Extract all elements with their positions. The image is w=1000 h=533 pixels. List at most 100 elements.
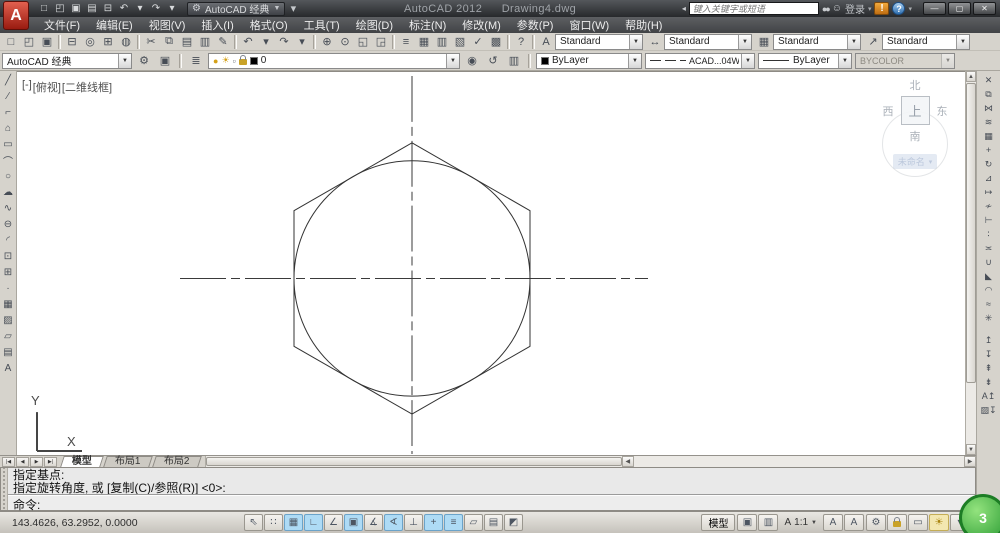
object-snap-tracking-toggle[interactable]: ∢ [384,514,403,531]
fillet-icon[interactable]: ◠ [981,283,997,297]
erase-icon[interactable]: ✕ [981,73,997,87]
qat-redo-dropdown-icon[interactable]: ▾ [164,1,180,17]
layer-vp-freeze-icon[interactable]: ▫ [233,56,236,66]
drawing-canvas-svg[interactable]: YX [17,72,965,455]
tab-layout1[interactable]: 布局1 [103,456,152,467]
ortho-mode-toggle[interactable]: ∟ [304,514,323,531]
extend-icon[interactable]: ⊢ [981,213,997,227]
rectangle-icon[interactable]: ▭ [0,136,16,152]
selection-cycling-toggle[interactable]: ◩ [504,514,523,531]
ellipse-icon[interactable]: ⊖ [0,216,16,232]
viewport-minimize-control[interactable]: [-] [22,79,32,95]
close-button[interactable]: ✕ [973,2,996,15]
chevron-down-icon[interactable] [741,54,754,68]
spline-icon[interactable]: ∿ [0,200,16,216]
chamfer-icon[interactable]: ◣ [981,269,997,283]
send-under-icon[interactable]: ⇟ [981,375,997,389]
help-icon[interactable]: ? [512,34,530,50]
drawing-canvas[interactable]: YX [-] [俯视] [二维线框] 北 西 上 东 南 未命名 ▾ [17,71,965,455]
3d-object-snap-toggle[interactable]: ∡ [364,514,383,531]
bring-above-icon[interactable]: ⇞ [981,361,997,375]
qat-undo-icon[interactable]: ↶ [116,1,132,17]
transparency-toggle[interactable]: ▱ [464,514,483,531]
redo-icon[interactable]: ↷ [275,34,293,50]
linetype-select[interactable]: ACAD...04W10( [645,53,755,69]
qat-saveas-icon[interactable]: ▤ [84,1,100,17]
zoom-previous-icon[interactable]: ◲ [372,34,390,50]
chevron-down-icon[interactable] [446,54,459,68]
copy-clip-icon[interactable]: ⧉ [160,34,178,50]
menu-dimension[interactable]: 标注(N) [401,17,454,33]
dynamic-ucs-toggle[interactable]: ⊥ [404,514,423,531]
circle-icon[interactable]: ○ [0,168,16,184]
join-icon[interactable]: ∪ [981,255,997,269]
chevron-down-icon[interactable] [838,54,851,68]
text-style-icon[interactable]: A [537,34,555,50]
search-icon[interactable]: ●● [822,4,829,14]
tab-nav-first-icon[interactable]: |◀ [2,457,15,467]
quick-properties-toggle[interactable]: ▤ [484,514,503,531]
menu-modify[interactable]: 修改(M) [454,17,509,33]
mtext-icon[interactable]: A [0,360,16,376]
designcenter-icon[interactable]: ▦ [415,34,433,50]
layer-states-icon[interactable]: ▥ [505,53,523,69]
mirror-icon[interactable]: ⋈ [981,101,997,115]
vertical-scroll-thumb[interactable] [966,83,976,383]
qat-plot-icon[interactable]: ⊟ [100,1,116,17]
array-icon[interactable]: ▦ [981,129,997,143]
command-input[interactable]: 命令: [8,494,975,510]
scroll-up-icon[interactable]: ▲ [966,71,976,82]
status-toolbar-icon[interactable]: ▭ [908,514,928,531]
sheetset-manager-icon[interactable]: ▧ [451,34,469,50]
insert-block-icon[interactable]: ⊡ [0,248,16,264]
hatch-to-back-icon[interactable]: ▨↧ [981,403,997,417]
grid-display-toggle[interactable]: ▦ [284,514,303,531]
horizontal-scroll-track[interactable] [634,456,964,467]
chevron-down-icon[interactable] [847,35,860,49]
viewcube-north-label[interactable]: 北 [877,77,953,93]
qat-new-icon[interactable]: □ [36,1,52,17]
send-to-back-icon[interactable]: ↧ [981,347,997,361]
chevron-down-icon[interactable] [629,35,642,49]
chevron-down-icon[interactable] [738,35,751,49]
new-icon[interactable]: □ [2,34,20,50]
menu-format[interactable]: 格式(O) [242,17,296,33]
annotation-autoscale-icon[interactable]: A [844,514,864,531]
object-color-select[interactable]: ByLayer [536,53,642,69]
bring-to-front-icon[interactable]: ↥ [981,333,997,347]
make-object-layer-current-icon[interactable]: ◉ [463,53,481,69]
undo-dropdown-icon[interactable]: ▾ [257,34,275,50]
dim-style-icon[interactable]: ↔ [646,34,664,50]
qat-customize-icon[interactable]: ▾ [288,1,298,17]
explode-icon[interactable]: ✳ [981,311,997,325]
polygon-icon[interactable]: ⌂ [0,120,16,136]
toolbar-lock-icon[interactable] [887,514,907,531]
redo-dropdown-icon[interactable]: ▾ [293,34,311,50]
command-window-grip[interactable] [1,468,8,510]
cut-icon[interactable]: ✂ [142,34,160,50]
workspace-gear-icon[interactable]: ⚙ [866,514,886,531]
zoom-window-icon[interactable]: ◱ [354,34,372,50]
lineweight-select[interactable]: ByLayer [758,53,852,69]
menu-help[interactable]: 帮助(H) [617,17,670,33]
table-icon[interactable]: ▤ [0,344,16,360]
layer-lock-icon[interactable] [239,59,247,65]
scroll-left-icon[interactable]: ◀ [622,456,634,467]
mleader-style-icon[interactable]: ↗ [864,34,882,50]
workspace-settings-icon[interactable]: ⚙ [135,53,153,69]
tab-layout2[interactable]: 布局2 [152,456,201,467]
isolate-objects-icon[interactable]: ☀ [929,514,949,531]
layer-previous-icon[interactable]: ↺ [484,53,502,69]
chevron-down-icon[interactable]: ▾ [908,5,912,13]
move-icon[interactable]: + [981,143,997,157]
annotation-visibility-icon[interactable]: A [823,514,843,531]
layer-properties-icon[interactable]: ≣ [187,53,205,69]
qat-redo-icon[interactable]: ↷ [148,1,164,17]
pan-icon[interactable]: ⊕ [318,34,336,50]
help-button[interactable]: ? [892,2,905,15]
open-icon[interactable]: ◰ [20,34,38,50]
qat-save-icon[interactable]: ▣ [68,1,84,17]
vertical-scrollbar[interactable]: ▲ ▼ [965,71,976,455]
dim-style-select[interactable]: Standard [664,34,752,50]
offset-icon[interactable]: ≋ [981,115,997,129]
